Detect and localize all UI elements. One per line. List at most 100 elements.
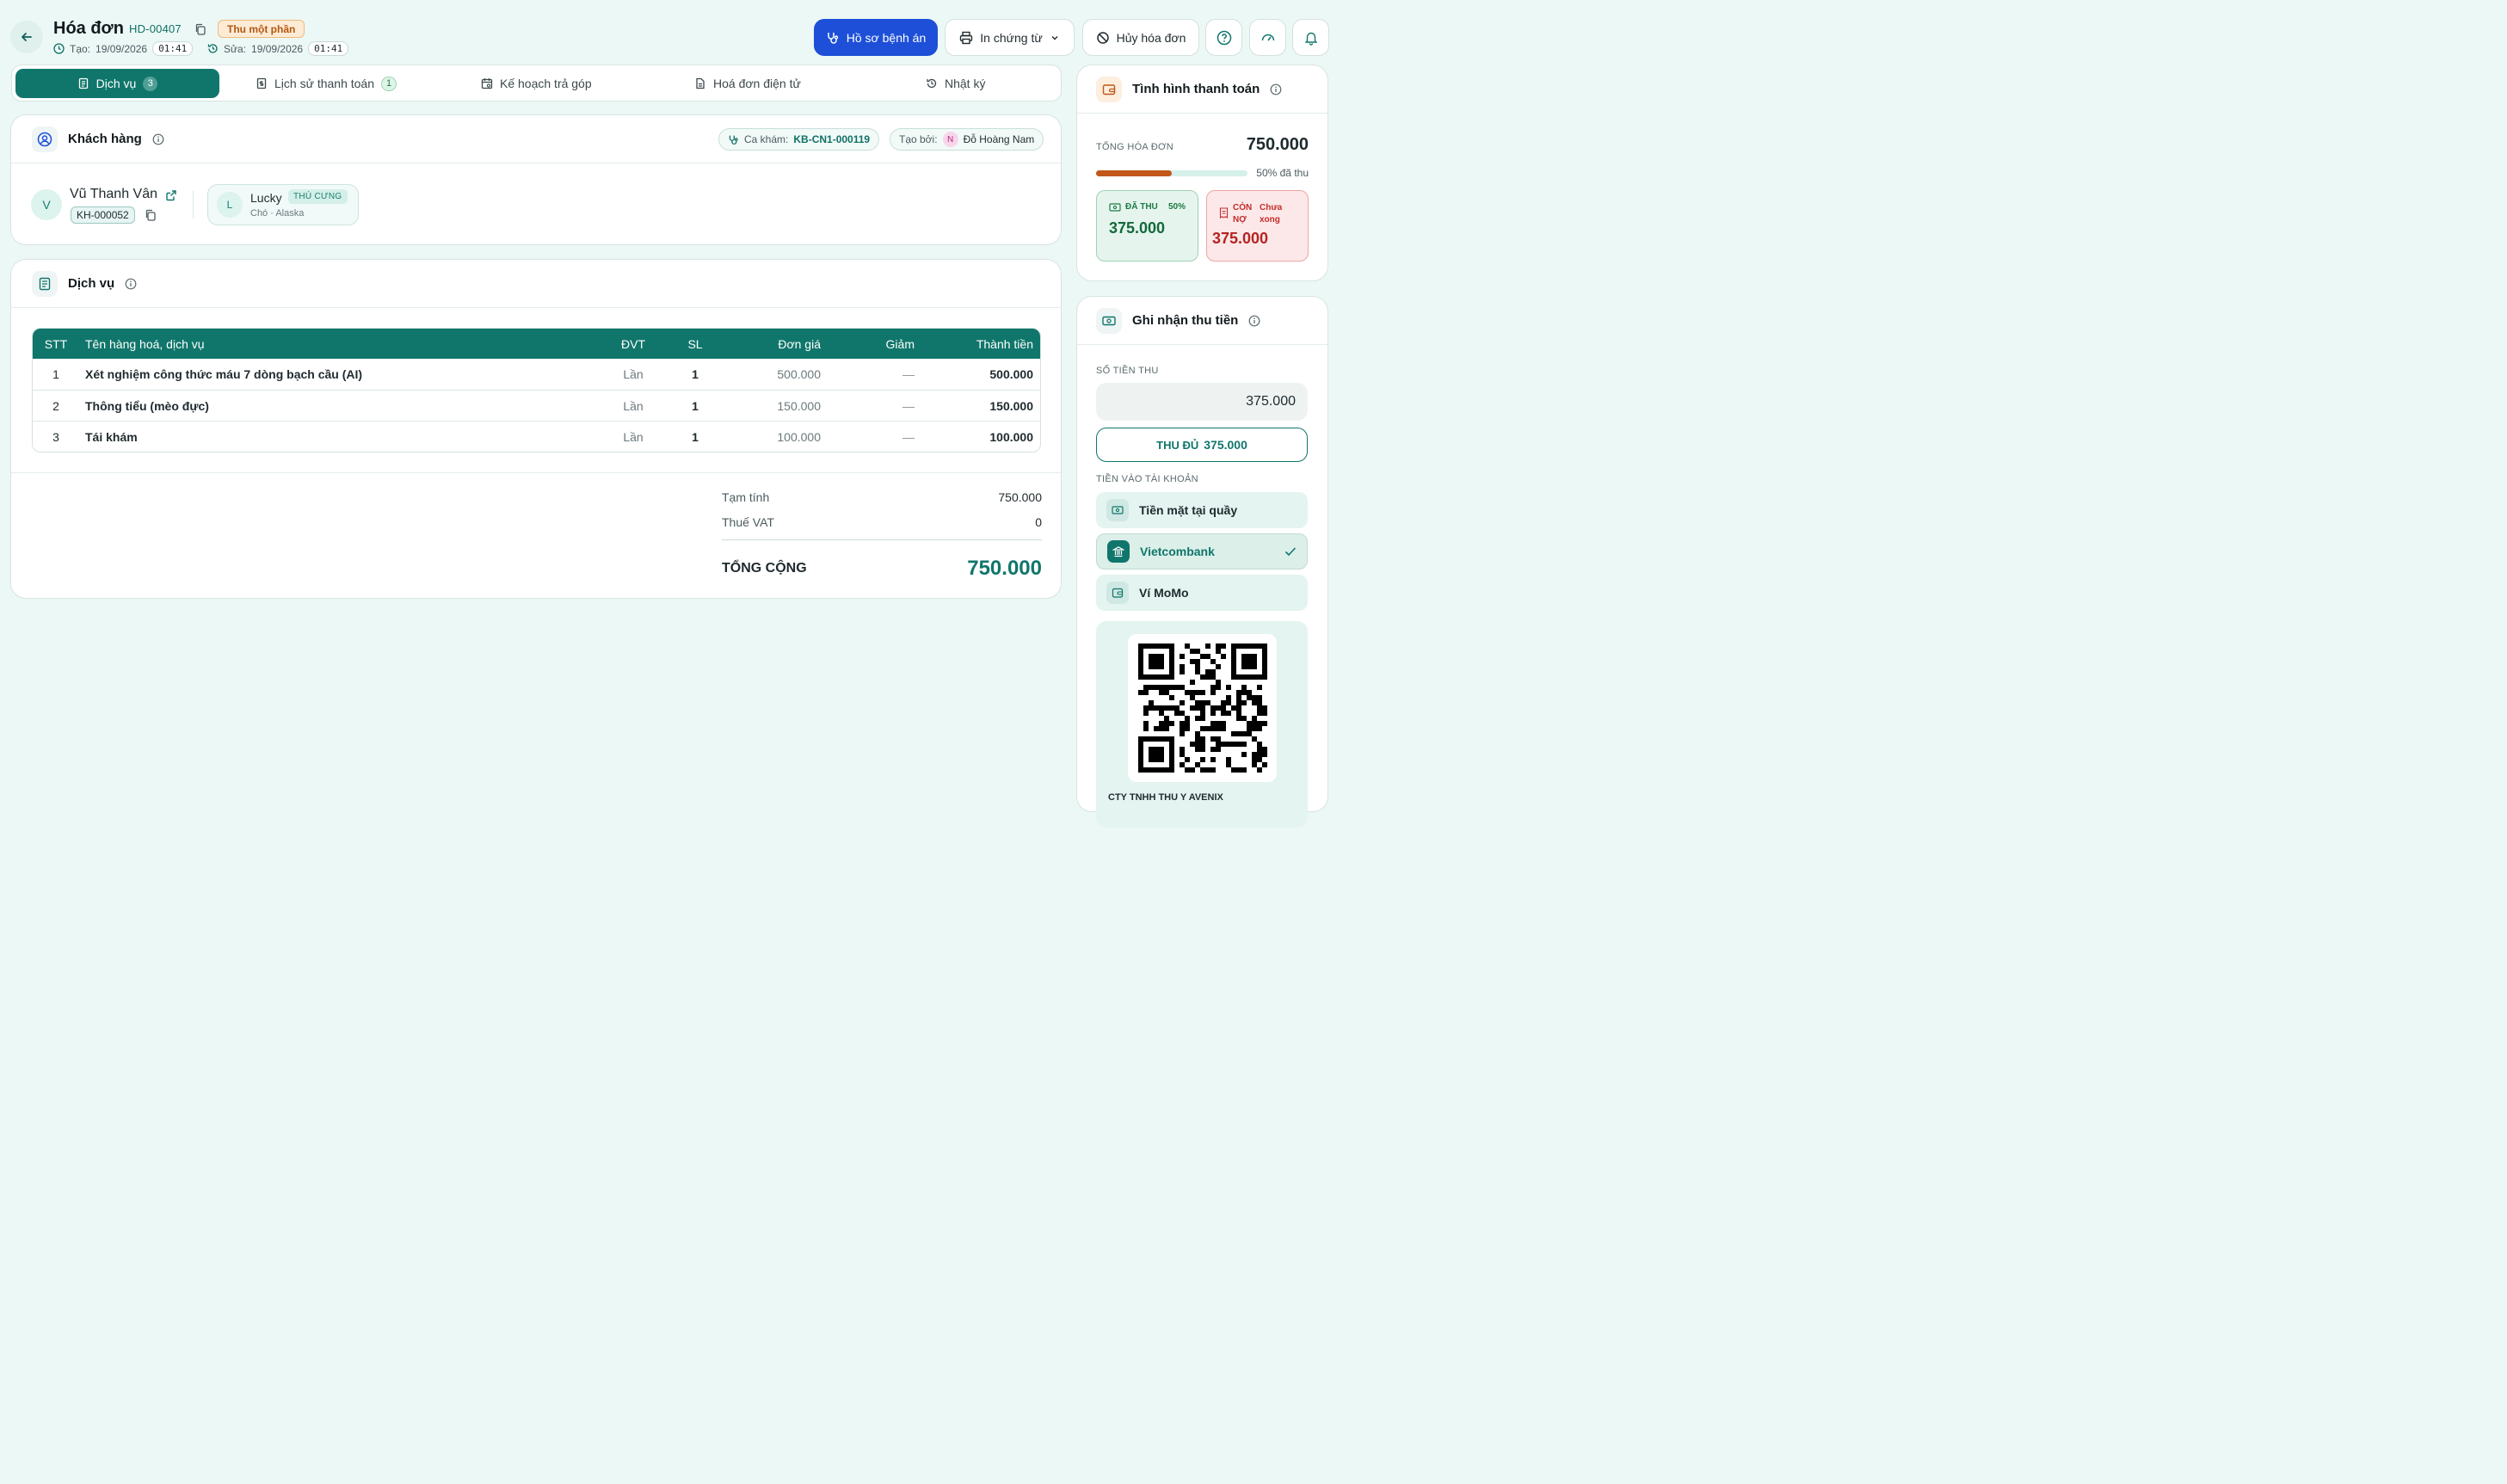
medical-record-button[interactable]: Hồ sơ bệnh án bbox=[814, 19, 938, 56]
row-discount: — bbox=[902, 429, 915, 444]
row-total: 500.000 bbox=[989, 367, 1033, 381]
info-icon[interactable] bbox=[1248, 315, 1260, 327]
external-link-icon[interactable] bbox=[165, 189, 177, 201]
total-invoice-value: 750.000 bbox=[1246, 135, 1309, 154]
row-discount: — bbox=[902, 398, 915, 413]
services-card-header: Dịch vụ bbox=[11, 260, 1061, 308]
row-unit: Lần bbox=[623, 429, 644, 444]
row-name: Thông tiểu (mèo đực) bbox=[85, 398, 209, 413]
owed-note-line1: Chưa bbox=[1260, 203, 1283, 212]
divider bbox=[193, 191, 194, 219]
qr-code-image bbox=[1138, 643, 1267, 773]
wallet-icon bbox=[1096, 76, 1122, 102]
info-icon[interactable] bbox=[125, 278, 137, 290]
back-button[interactable] bbox=[10, 21, 43, 53]
row-qty: 1 bbox=[692, 429, 699, 444]
account-name: Tiền mặt tại quầy bbox=[1139, 503, 1238, 517]
receipt-icon bbox=[256, 77, 268, 89]
cash-icon bbox=[1106, 499, 1129, 521]
visit-pill[interactable]: Ca khám: KB-CN1-000119 bbox=[718, 128, 880, 151]
section-title: Ghi nhận thu tiền bbox=[1132, 313, 1239, 328]
tab-label: Dịch vụ bbox=[95, 77, 137, 90]
bell-icon bbox=[1303, 30, 1319, 46]
tab-bar: Dịch vụ 3 Lịch sử thanh toán 1 Kế hoạch … bbox=[11, 65, 1062, 102]
divider bbox=[722, 539, 1042, 540]
owed-label-line1: CÒN bbox=[1233, 203, 1253, 212]
info-icon[interactable] bbox=[1270, 83, 1282, 95]
tab-services[interactable]: Dịch vụ 3 bbox=[15, 69, 219, 98]
amount-input[interactable] bbox=[1096, 383, 1308, 421]
customer-name[interactable]: Vũ Thanh Vân bbox=[70, 187, 157, 202]
notification-button[interactable] bbox=[1292, 19, 1329, 56]
subtotal-label: Tạm tính bbox=[722, 490, 770, 504]
table-header: STT Tên hàng hoá, dịch vụ ĐVT SL Đơn giá… bbox=[33, 329, 1040, 359]
collect-payment-card: Ghi nhận thu tiền SỐ TIỀN THU THU ĐỦ 375… bbox=[1076, 296, 1328, 828]
row-price: 150.000 bbox=[777, 398, 821, 413]
row-discount: — bbox=[902, 367, 915, 381]
status-badge: Thu một phần bbox=[218, 20, 305, 38]
cancel-invoice-label: Hủy hóa đơn bbox=[1116, 30, 1186, 45]
owed-amount: 375.000 bbox=[1212, 230, 1269, 247]
tab-installment-plan[interactable]: Kế hoạch trả góp bbox=[481, 69, 592, 98]
customer-avatar: V bbox=[31, 189, 62, 220]
col-price: Đơn giá bbox=[778, 336, 821, 351]
pet-card[interactable]: L Lucky THÚ CƯNG Chó · Alaska bbox=[207, 184, 359, 225]
collect-payment-header: Ghi nhận thu tiền bbox=[1077, 297, 1327, 345]
account-option-cash[interactable]: Tiền mặt tại quầy bbox=[1096, 492, 1308, 528]
chevron-down-icon bbox=[1050, 33, 1060, 43]
user-circle-icon bbox=[32, 126, 58, 152]
wallet-icon bbox=[1106, 582, 1129, 604]
help-button[interactable] bbox=[1205, 19, 1242, 56]
created-by-name: Đỗ Hoàng Nam bbox=[963, 133, 1035, 145]
table-row[interactable]: 3 Tái khám Lần 1 100.000 — 100.000 bbox=[33, 421, 1040, 452]
account-option-momo[interactable]: Ví MoMo bbox=[1096, 575, 1308, 611]
table-row[interactable]: 1 Xét nghiệm công thức máu 7 dòng bạch c… bbox=[33, 359, 1040, 390]
file-text-icon bbox=[77, 77, 89, 89]
account-label: TIỀN VÀO TÀI KHOẢN bbox=[1096, 474, 1198, 484]
col-discount: Giảm bbox=[885, 336, 915, 351]
collect-full-label: THU ĐỦ bbox=[1156, 438, 1199, 452]
stethoscope-icon bbox=[728, 134, 739, 145]
cancel-invoice-button[interactable]: Hủy hóa đơn bbox=[1082, 19, 1199, 56]
edited-time: 01:41 bbox=[308, 41, 349, 56]
payment-progress-bar bbox=[1096, 170, 1247, 176]
print-dropdown-button[interactable]: In chứng từ bbox=[945, 19, 1075, 56]
tab-e-invoice[interactable]: Hoá đơn điện tử bbox=[694, 69, 801, 98]
customer-card: Khách hàng Ca khám: KB-CN1-000119 Tạo bở… bbox=[10, 114, 1062, 245]
vat-label: Thuế VAT bbox=[722, 515, 774, 529]
ban-icon bbox=[1096, 31, 1110, 45]
dashboard-button[interactable] bbox=[1249, 19, 1286, 56]
info-icon[interactable] bbox=[152, 133, 164, 145]
payment-progress-fill bbox=[1096, 170, 1172, 176]
copy-icon[interactable] bbox=[145, 209, 157, 221]
table-row[interactable]: 2 Thông tiểu (mèo đực) Lần 1 150.000 — 1… bbox=[33, 390, 1040, 421]
row-unit: Lần bbox=[623, 367, 644, 381]
tab-payment-history[interactable]: Lịch sử thanh toán 1 bbox=[256, 69, 397, 98]
account-option-vietcombank[interactable]: Vietcombank bbox=[1096, 533, 1308, 570]
paid-percent: 50% bbox=[1168, 202, 1186, 212]
medical-record-label: Hồ sơ bệnh án bbox=[846, 30, 927, 45]
tab-log[interactable]: Nhật ký bbox=[926, 69, 985, 98]
banknote-icon bbox=[1096, 307, 1122, 334]
clock-icon bbox=[53, 43, 65, 54]
pet-name: Lucky bbox=[250, 191, 282, 205]
created-by-label: Tạo bởi: bbox=[899, 133, 938, 145]
total-invoice-label: TỔNG HÓA ĐƠN bbox=[1096, 142, 1174, 152]
arrow-left-icon bbox=[20, 30, 34, 44]
paid-box: ĐÃ THU 50% 375.000 bbox=[1096, 190, 1198, 262]
row-total: 100.000 bbox=[989, 429, 1033, 444]
tab-label: Lịch sử thanh toán bbox=[274, 77, 375, 90]
tab-label: Hoá đơn điện tử bbox=[713, 77, 801, 90]
copy-icon[interactable] bbox=[194, 23, 206, 35]
created-label: Tạo: bbox=[70, 42, 91, 55]
row-unit: Lần bbox=[623, 398, 644, 413]
collect-full-button[interactable]: THU ĐỦ 375.000 bbox=[1096, 428, 1308, 462]
cash-icon bbox=[1109, 202, 1121, 212]
row-stt: 3 bbox=[52, 429, 59, 444]
grand-total-label: TỔNG CỘNG bbox=[722, 561, 807, 576]
pet-tag: THÚ CƯNG bbox=[288, 189, 348, 204]
services-card: Dịch vụ STT Tên hàng hoá, dịch vụ ĐVT SL… bbox=[10, 259, 1062, 599]
row-total: 150.000 bbox=[989, 398, 1033, 413]
history-icon bbox=[926, 77, 938, 89]
row-qty: 1 bbox=[692, 367, 699, 381]
